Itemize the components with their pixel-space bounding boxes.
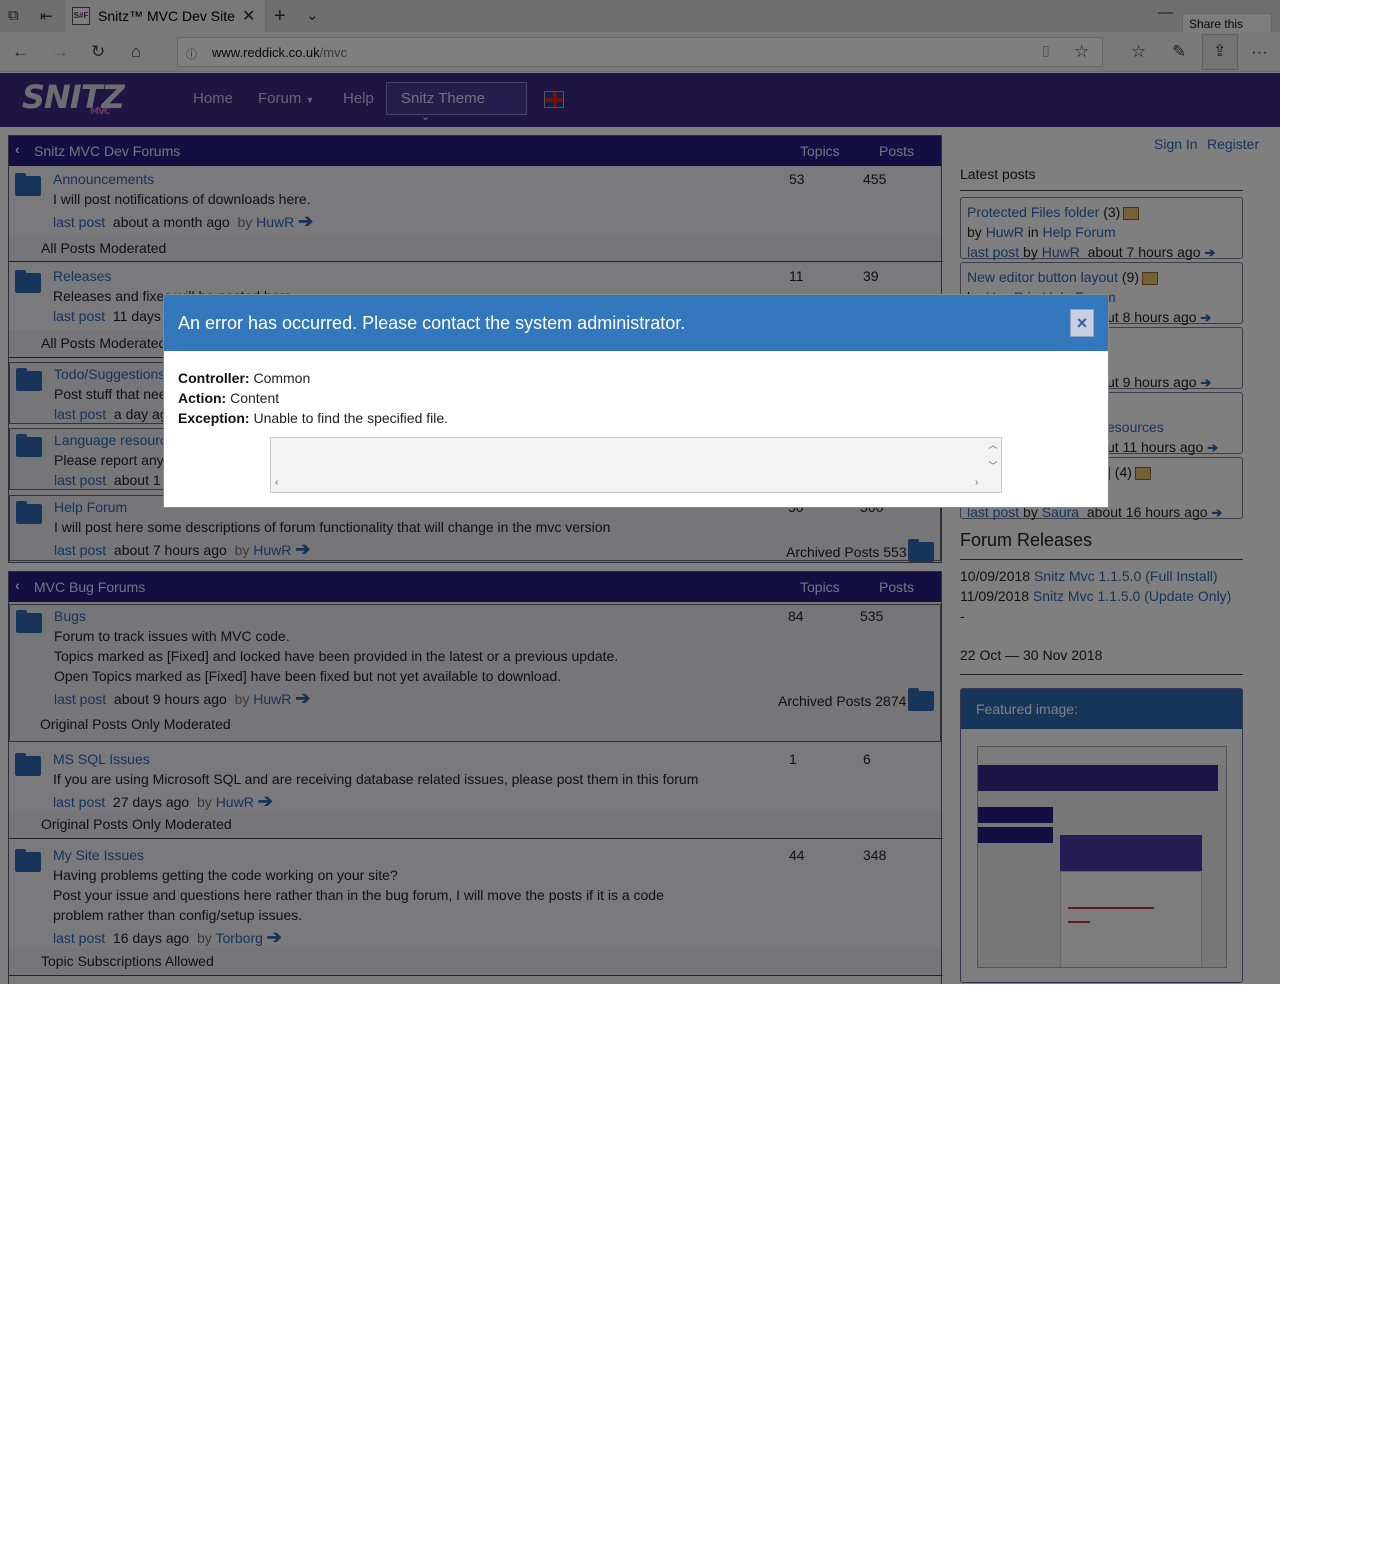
dialog-header: An error has occurred. Please contact th… (164, 295, 1108, 351)
scroll-down-icon[interactable]: ﹀ (985, 459, 1001, 472)
scroll-up-icon[interactable]: ︿ (985, 438, 1001, 451)
scroll-right-icon[interactable]: › (975, 477, 978, 488)
controller-line: Controller: Common (178, 370, 311, 386)
vertical-scrollbar[interactable]: ︿ ﹀ (985, 438, 1001, 476)
error-dialog: An error has occurred. Please contact th… (163, 294, 1109, 508)
horizontal-scrollbar[interactable]: ‹ › (271, 476, 987, 492)
stack-trace-textarea[interactable]: ︿ ﹀ ‹ › (270, 437, 1002, 493)
exception-line: Exception: Unable to find the specified … (178, 410, 449, 426)
close-dialog-button[interactable]: × (1070, 309, 1094, 337)
scroll-left-icon[interactable]: ‹ (275, 477, 278, 488)
action-line: Action: Content (178, 390, 280, 406)
dialog-title: An error has occurred. Please contact th… (178, 313, 686, 333)
